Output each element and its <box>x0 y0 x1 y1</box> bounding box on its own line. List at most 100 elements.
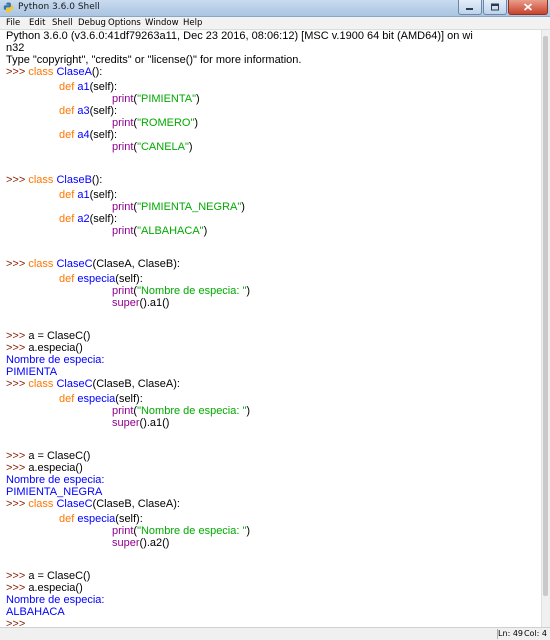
shell-line: >>> a.especia() <box>6 342 83 354</box>
token-normal <box>6 102 59 114</box>
shell-line: super().a1() <box>6 294 170 309</box>
token-stdout: Nombre de especia: <box>6 594 105 606</box>
menu-options[interactable]: Options <box>108 17 141 29</box>
shell-line: print("PIMIENTA_NEGRA") <box>6 198 245 213</box>
token-normal <box>6 294 112 306</box>
close-button[interactable] <box>508 0 548 15</box>
token-stdout: PIMIENTA <box>6 366 58 378</box>
shell-line: print("Nombre de especia: ") <box>6 402 251 417</box>
status-bar: Ln: 49 Col: 4 <box>0 627 550 640</box>
token-normal: ) <box>194 117 199 129</box>
window-title: Python 3.6.0 Shell <box>18 2 100 12</box>
token-prompt: >>> <box>6 450 29 462</box>
scrollbar-thumb[interactable] <box>543 36 548 596</box>
menu-window[interactable]: Window <box>145 17 179 29</box>
shell-line: print("CANELA") <box>6 138 193 153</box>
shell-line: print("ROMERO") <box>6 114 199 129</box>
shell-line: print("Nombre de especia: ") <box>6 522 251 537</box>
token-normal <box>6 390 59 402</box>
shell-line: >>> class ClaseC(ClaseB, ClaseA): <box>6 498 180 510</box>
token-defname: ClaseC <box>56 378 93 390</box>
token-normal: (): <box>91 174 103 186</box>
token-stdout: ALBAHACA <box>6 606 65 618</box>
token-normal <box>6 186 59 198</box>
shell-line: Nombre de especia: <box>6 354 104 366</box>
token-builtin: print <box>112 141 134 153</box>
token-builtin: super <box>112 297 140 309</box>
token-normal: a = ClaseC() <box>28 330 91 342</box>
token-normal: Type "copyright", "credits" or "license(… <box>6 54 302 66</box>
menu-edit[interactable]: Edit <box>29 17 45 29</box>
shell-line: super().a1() <box>6 414 170 429</box>
menu-file[interactable]: File <box>6 17 20 29</box>
shell-line: >>> a = ClaseC() <box>6 330 90 342</box>
token-normal: ) <box>188 141 193 153</box>
token-string: "CANELA" <box>137 141 189 153</box>
token-prompt: >>> <box>6 570 29 582</box>
token-normal <box>6 126 59 138</box>
token-normal: n32 <box>6 42 25 54</box>
shell-line: Python 3.6.0 (v3.6.0:41df79263a11, Dec 2… <box>6 30 473 42</box>
shell-line: Nombre de especia: <box>6 594 104 606</box>
token-normal: ) <box>246 525 251 537</box>
token-normal <box>6 210 59 222</box>
token-builtin: super <box>112 417 140 429</box>
token-normal: ) <box>196 93 200 105</box>
token-normal: (ClaseB, ClaseA): <box>92 378 180 390</box>
token-normal: (): <box>91 66 103 78</box>
token-normal <box>6 78 59 90</box>
window-controls <box>457 0 548 16</box>
token-normal: ().a1() <box>139 417 170 429</box>
menu-help[interactable]: Help <box>183 17 202 29</box>
token-normal: ().a1() <box>139 297 170 309</box>
token-builtin: super <box>112 537 140 549</box>
token-normal: ) <box>246 405 251 417</box>
shell-line: def especia(self): <box>6 390 143 405</box>
shell-line: def a1(self): <box>6 78 117 93</box>
token-normal <box>6 534 112 546</box>
shell-line: >>> class ClaseA(): <box>6 66 102 78</box>
shell-line: super().a2() <box>6 534 170 549</box>
token-prompt: >>> <box>6 174 29 186</box>
shell-line: Nombre de especia: <box>6 474 104 486</box>
token-normal <box>6 138 112 150</box>
shell-line: PIMIENTA <box>6 366 57 378</box>
python-icon <box>3 2 14 13</box>
shell-text-area[interactable]: Python 3.6.0 (v3.6.0:41df79263a11, Dec 2… <box>6 30 542 628</box>
token-normal <box>6 282 112 294</box>
shell-line: >>> a = ClaseC() <box>6 450 90 462</box>
token-normal: Python 3.6.0 (v3.6.0:41df79263a11, Dec 2… <box>6 30 473 42</box>
token-normal <box>6 522 112 534</box>
token-defname: ClaseC <box>56 498 93 510</box>
token-prompt: >>> <box>6 462 29 474</box>
token-normal: (ClaseB, ClaseA): <box>92 498 180 510</box>
shell-line: def a3(self): <box>6 102 117 117</box>
token-normal: ) <box>203 225 208 237</box>
token-normal: ) <box>241 201 245 213</box>
maximize-button[interactable] <box>483 0 507 15</box>
token-normal: a.especia() <box>28 582 83 594</box>
shell-line: >>> a.especia() <box>6 462 83 474</box>
token-normal <box>6 270 59 282</box>
token-keyword: class <box>28 174 57 186</box>
maximize-icon <box>491 3 499 11</box>
token-normal: ().a2() <box>139 537 170 549</box>
shell-line: n32 <box>6 42 24 54</box>
token-normal: a = ClaseC() <box>28 450 91 462</box>
token-stdout: PIMIENTA_NEGRA <box>6 486 103 498</box>
token-normal <box>6 510 59 522</box>
menu-shell[interactable]: Shell <box>52 17 73 29</box>
vertical-scrollbar[interactable] <box>541 30 550 628</box>
shell-line: PIMIENTA_NEGRA <box>6 486 102 498</box>
shell-line: def a1(self): <box>6 186 117 201</box>
menu-debug[interactable]: Debug <box>78 17 106 29</box>
token-prompt: >>> <box>6 582 29 594</box>
shell-line: >>> class ClaseC(ClaseB, ClaseA): <box>6 378 180 390</box>
token-prompt: >>> <box>6 378 29 390</box>
shell-line: def especia(self): <box>6 270 143 285</box>
shell-line: print("Nombre de especia: ") <box>6 282 250 297</box>
minimize-button[interactable] <box>458 0 482 15</box>
title-bar[interactable]: Python 3.6.0 Shell <box>0 0 550 17</box>
token-keyword: class <box>28 498 57 510</box>
shell-line: >>> class ClaseB(): <box>6 174 102 186</box>
